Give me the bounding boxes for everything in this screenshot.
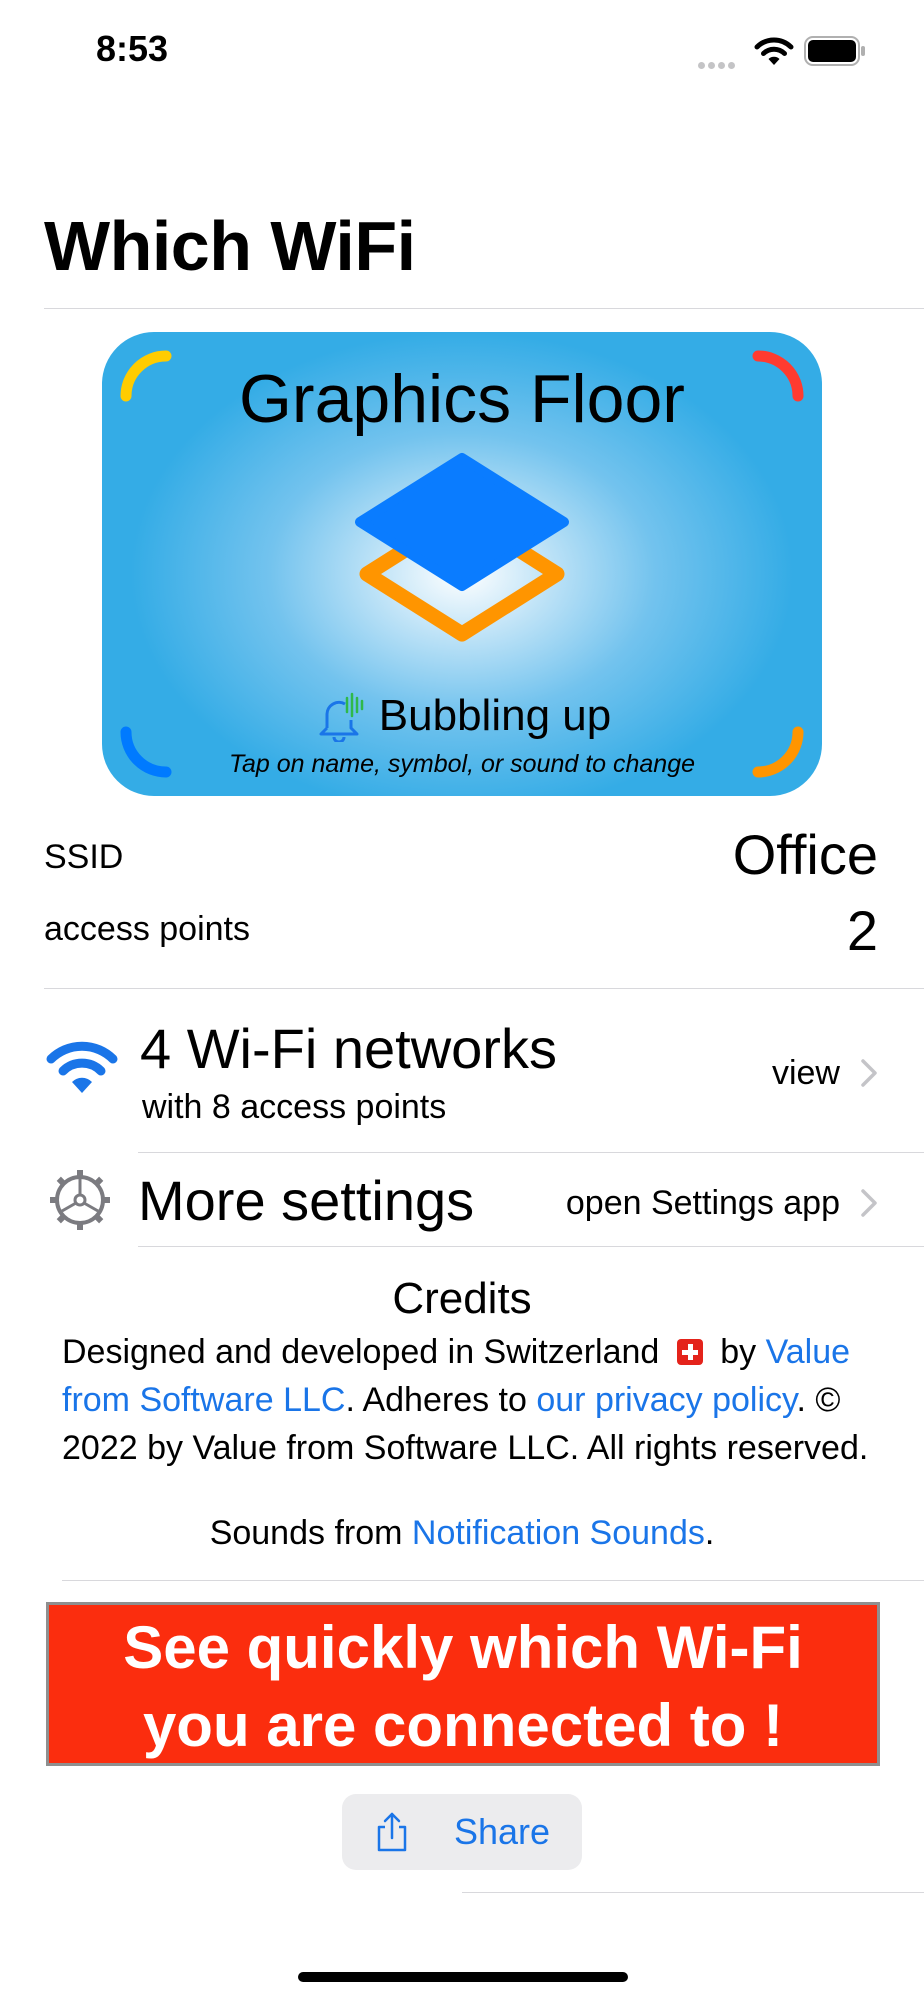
sound-selector[interactable]: Bubbling up xyxy=(102,690,822,753)
sounds-prefix: Sounds from xyxy=(209,1514,412,1552)
promo-banner: See quickly which Wi-Fi you are connecte… xyxy=(46,1602,880,1766)
ssid-value: Office xyxy=(732,823,878,886)
notification-sounds-link[interactable]: Notification Sounds xyxy=(412,1514,705,1552)
network-card[interactable]: Graphics Floor Bubbling up Tap on name, … xyxy=(102,332,822,796)
sounds-credit: Sounds from Notification Sounds. xyxy=(0,1514,924,1553)
wifi-icon xyxy=(754,37,794,65)
credits-text: Designed and developed in Switzerland by… xyxy=(62,1328,872,1472)
credits-title: Credits xyxy=(392,1274,532,1323)
share-button[interactable]: Share xyxy=(342,1794,582,1870)
more-settings-title: More settings xyxy=(138,1169,475,1232)
home-indicator[interactable] xyxy=(298,1972,628,1982)
share-icon xyxy=(377,1812,407,1852)
share-label: Share xyxy=(453,1811,551,1852)
signal-dots-icon xyxy=(698,56,742,69)
settings-divider xyxy=(138,1246,924,1247)
access-points-label: access points xyxy=(44,910,250,948)
card-hint: Tap on name, symbol, or sound to change xyxy=(228,750,696,778)
bell-icon xyxy=(319,692,364,742)
credits-divider xyxy=(62,1580,924,1581)
swiss-flag-icon xyxy=(676,1339,703,1365)
networks-view-label: view xyxy=(771,1054,840,1092)
more-settings-row[interactable]: More settings open Settings app xyxy=(0,1156,924,1246)
open-settings-label: open Settings app xyxy=(565,1184,840,1222)
banner-line-2: you are connected to ! xyxy=(142,1692,784,1759)
banner-line-1: See quickly which Wi-Fi xyxy=(123,1614,803,1681)
title-divider xyxy=(44,308,924,309)
networks-title: 4 Wi-Fi networks xyxy=(140,1017,557,1080)
battery-icon xyxy=(804,36,865,66)
access-points-value: 2 xyxy=(846,899,878,962)
ssid-label: SSID xyxy=(44,838,124,876)
credits-adheres: . Adheres to xyxy=(345,1381,537,1419)
network-name[interactable]: Graphics Floor xyxy=(102,360,822,438)
privacy-policy-link[interactable]: our privacy policy xyxy=(536,1381,796,1419)
chevron-right-icon xyxy=(861,1059,877,1087)
status-time: 8:53 xyxy=(96,28,169,69)
square-stack-icon[interactable] xyxy=(352,450,572,670)
sound-name: Bubbling up xyxy=(378,691,612,740)
networks-row[interactable]: 4 Wi-Fi networks with 8 access points vi… xyxy=(0,1000,924,1150)
bottom-divider xyxy=(462,1892,924,1893)
credits-by: by xyxy=(720,1333,757,1371)
gear-icon xyxy=(50,1170,110,1230)
info-divider xyxy=(44,988,924,989)
networks-subtitle: with 8 access points xyxy=(142,1088,447,1126)
page-title: Which WiFi xyxy=(44,207,416,285)
credits-line-prefix: Designed and developed in Switzerland xyxy=(62,1333,660,1371)
chevron-right-icon xyxy=(861,1189,877,1217)
sounds-suffix: . xyxy=(704,1514,715,1552)
wifi-networks-icon xyxy=(46,1041,118,1093)
networks-divider xyxy=(138,1152,924,1153)
